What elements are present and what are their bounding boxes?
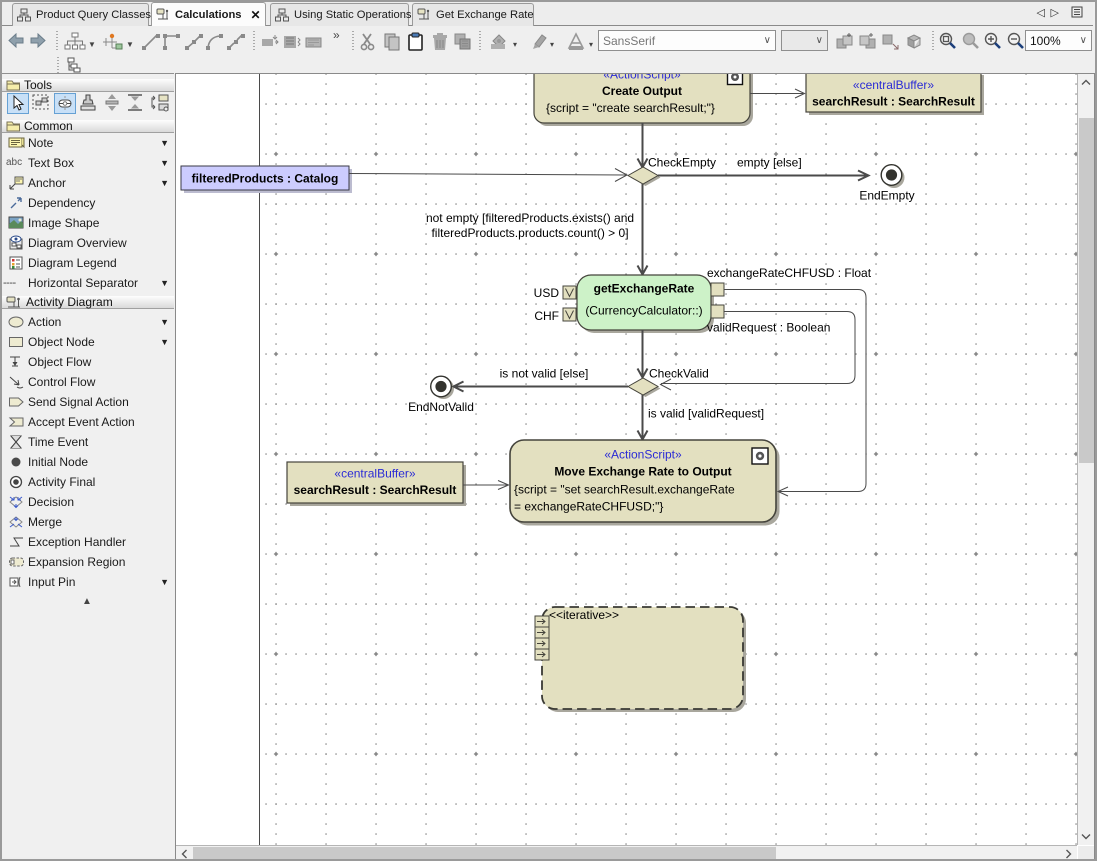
svg-text:EndEmpty: EndEmpty (859, 189, 914, 203)
svg-text:CHF: CHF (534, 309, 559, 323)
svg-text:CheckValid: CheckValid (649, 367, 709, 381)
svg-text:Move Exchange Rate to Output: Move Exchange Rate to Output (554, 465, 731, 479)
svg-text:«centralBuffer»: «centralBuffer» (334, 467, 415, 481)
svg-text:«centralBuffer»: «centralBuffer» (853, 78, 934, 92)
svg-text:getExchangeRate: getExchangeRate (594, 282, 695, 296)
svg-text:exchangeRateCHFUSD : Float: exchangeRateCHFUSD : Float (707, 266, 872, 280)
svg-text:{script = "set searchResult.ex: {script = "set searchResult.exchangeRate (514, 483, 735, 497)
svg-text:«ActionScript»: «ActionScript» (604, 448, 682, 462)
svg-text:is not valid [else]: is not valid [else] (500, 367, 589, 381)
svg-text:= exchangeRateCHFUSD;"}: = exchangeRateCHFUSD;"} (514, 500, 663, 514)
svg-text:«ActionScript»: «ActionScript» (603, 74, 681, 82)
svg-text:validRequest : Boolean: validRequest : Boolean (707, 321, 830, 335)
svg-text:filteredProducts : Catalog: filteredProducts : Catalog (192, 172, 339, 186)
svg-text:CheckEmpty: CheckEmpty (648, 156, 716, 170)
svg-text:is valid [validRequest]: is valid [validRequest] (648, 407, 764, 421)
svg-text:searchResult : SearchResult: searchResult : SearchResult (294, 483, 457, 497)
svg-text:searchResult : SearchResult: searchResult : SearchResult (812, 95, 975, 109)
svg-text:Create Output: Create Output (602, 84, 682, 98)
svg-text:<<iterative>>: <<iterative>> (549, 608, 619, 622)
svg-text:EndNotValid: EndNotValid (408, 400, 474, 414)
svg-text:filteredProducts.products.coun: filteredProducts.products.count() > 0] (431, 226, 628, 240)
svg-text:{script = "create searchResult: {script = "create searchResult;"} (546, 101, 715, 115)
svg-text:not empty [filteredProducts.ex: not empty [filteredProducts.exists() and (426, 211, 634, 225)
svg-text:(CurrencyCalculator::): (CurrencyCalculator::) (585, 304, 702, 318)
svg-text:USD: USD (534, 286, 560, 300)
svg-text:empty [else]: empty [else] (737, 156, 802, 170)
